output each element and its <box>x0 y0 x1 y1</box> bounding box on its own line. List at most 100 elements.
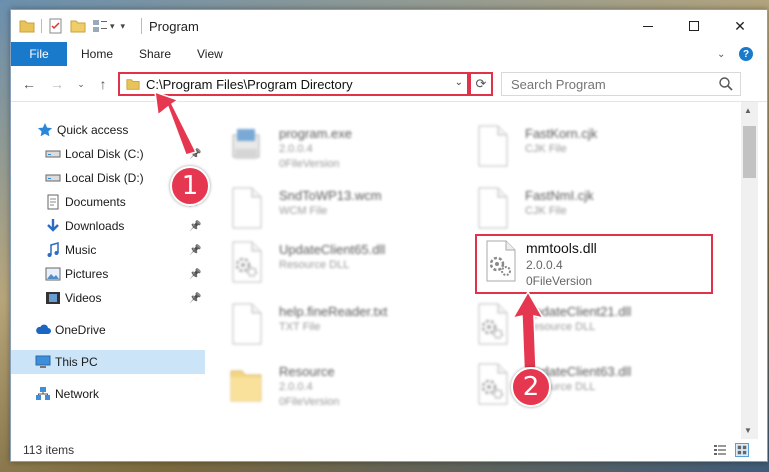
tab-view[interactable]: View <box>197 42 223 66</box>
sidebar-item-pictures[interactable]: Pictures 📌 <box>11 262 205 286</box>
file-type: CJK File <box>525 205 567 217</box>
file-name: FastNmI.cjk <box>525 188 594 203</box>
file-type: CJK File <box>525 143 567 155</box>
sidebar-item-label: Local Disk (C:) <box>65 147 144 161</box>
star-icon <box>37 122 53 138</box>
sidebar-item-label: Music <box>65 243 97 257</box>
file-item-updateclient63-dll[interactable]: UpdateClient63.dll Resource DLL <box>453 356 683 412</box>
qa-menu-icon[interactable]: ▾ <box>121 21 126 32</box>
address-bar[interactable]: C:\Program Files\Program Directory ⌄ <box>118 72 469 96</box>
sidebar-item-label: Local Disk (D:) <box>65 171 144 185</box>
close-icon: ✕ <box>734 17 746 34</box>
file-name: UpdateClient21.dll <box>525 304 632 319</box>
file-item-fastnmi-cjk[interactable]: FastNmI.cjk CJK File <box>453 180 683 236</box>
sidebar-item-quick-access[interactable]: Quick access <box>11 118 205 142</box>
file-item-mmtools-dll[interactable]: mmtools.dll 2.0.0.4 0FileVersion <box>475 234 713 294</box>
forward-arrow-icon: → <box>50 76 64 92</box>
sidebar-item-downloads[interactable]: Downloads 📌 <box>11 214 205 238</box>
sidebar-item-onedrive[interactable]: OneDrive <box>11 318 205 342</box>
sidebar-item-local-disk-c[interactable]: Local Disk (C:) 📌 <box>11 142 205 166</box>
file-item-sndtowp13-wcm[interactable]: SndToWP13.wcm WCM File <box>207 180 437 236</box>
address-path[interactable]: C:\Program Files\Program Directory <box>146 77 353 92</box>
address-dropdown-icon[interactable]: ⌄ <box>455 77 463 88</box>
file-type: Resource DLL <box>279 259 350 271</box>
file-type: TXT File <box>279 321 321 333</box>
refresh-button[interactable]: ⟳ <box>469 72 493 96</box>
file-item-updateclient21-dll[interactable]: UpdateClient21.dll Resource DLL <box>453 296 683 352</box>
tab-file[interactable]: File <box>11 42 67 66</box>
cloud-icon <box>35 322 51 338</box>
sidebar-item-this-pc[interactable]: This PC <box>11 350 205 374</box>
drive-icon <box>45 146 61 162</box>
search-input[interactable] <box>511 76 711 92</box>
ribbon-tabs: File Home Share View ⌄ ? <box>11 42 767 66</box>
file-name: SndToWP13.wcm <box>279 188 382 203</box>
folder-icon <box>229 363 263 405</box>
sidebar-item-music[interactable]: Music 📌 <box>11 238 205 262</box>
view-toggle-icon[interactable] <box>92 18 108 34</box>
expand-ribbon-icon[interactable]: ⌄ <box>717 42 725 66</box>
recent-locations-button[interactable]: ⌄ <box>71 74 91 94</box>
scroll-up-icon[interactable]: ▲ <box>744 106 752 115</box>
quick-access-toolbar: ▾ ▾ <box>19 17 125 35</box>
sidebar-item-label: Downloads <box>65 219 125 233</box>
minimize-button[interactable] <box>625 10 671 42</box>
back-button[interactable]: ← <box>19 74 39 94</box>
search-icon[interactable] <box>718 76 734 92</box>
tab-home[interactable]: Home <box>81 42 113 66</box>
file-item-updateclient65-dll[interactable]: UpdateClient65.dll Resource DLL <box>207 234 437 290</box>
file-name: FastKorn.cjk <box>525 126 598 141</box>
status-bar: 113 items <box>11 439 767 461</box>
pin-icon[interactable]: 📌 <box>189 245 201 256</box>
documents-icon <box>45 194 61 210</box>
large-icons-view-icon[interactable] <box>735 443 749 457</box>
file-name: help.fineReader.txt <box>279 304 388 319</box>
sidebar-item-label: Network <box>55 387 100 401</box>
dll-icon <box>483 240 517 282</box>
blank-file-icon <box>475 125 509 167</box>
pin-icon[interactable]: 📌 <box>189 221 201 232</box>
file-type: 2.0.0.4 <box>279 143 313 155</box>
folder-icon[interactable] <box>19 18 35 34</box>
file-item-fastkorn-cjk[interactable]: FastKorn.cjk CJK File <box>453 118 683 174</box>
forward-button[interactable]: → <box>47 74 67 94</box>
details-view-icon[interactable] <box>713 443 727 457</box>
customize-dropdown-icon[interactable]: ▾ <box>110 21 115 32</box>
properties-icon[interactable] <box>48 18 64 34</box>
new-folder-icon[interactable] <box>70 18 86 34</box>
file-name: mmtools.dll <box>526 240 597 256</box>
blank-file-icon <box>229 187 263 229</box>
tab-share[interactable]: Share <box>139 42 171 66</box>
scroll-thumb[interactable] <box>743 126 756 178</box>
sidebar-item-videos[interactable]: Videos 📌 <box>11 286 205 310</box>
exe-icon <box>229 125 263 167</box>
sidebar-item-network[interactable]: Network <box>11 382 205 406</box>
chevron-down-icon: ⌄ <box>77 78 85 89</box>
help-button[interactable]: ? <box>739 42 753 66</box>
close-button[interactable]: ✕ <box>717 10 763 42</box>
vertical-scrollbar[interactable]: ▲ ▼ <box>741 102 758 439</box>
file-type: Resource DLL <box>525 321 596 333</box>
sidebar-item-label: Documents <box>65 195 126 209</box>
file-item-resource[interactable]: Resource 2.0.0.4 0FileVersion <box>207 356 437 412</box>
videos-icon <box>45 290 61 306</box>
file-item-program-exe[interactable]: program.exe 2.0.0.4 0FileVersion <box>207 118 437 174</box>
sidebar-item-label: This PC <box>55 355 98 369</box>
file-version: 0FileVersion <box>526 274 593 288</box>
sidebar-item-label: Videos <box>65 291 102 305</box>
sidebar-item-label: Quick access <box>57 123 129 137</box>
step-2-marker: 2 <box>511 367 551 407</box>
search-box[interactable] <box>501 72 741 96</box>
title-bar: ▾ ▾ Program ✕ <box>11 10 767 42</box>
scroll-down-icon[interactable]: ▼ <box>744 426 752 435</box>
file-version: 0FileVersion <box>279 396 340 408</box>
file-item-help-finereader-txt[interactable]: help.fineReader.txt TXT File <box>207 296 437 352</box>
pin-icon[interactable]: 📌 <box>189 269 201 280</box>
refresh-icon: ⟳ <box>475 76 487 91</box>
file-type: 2.0.0.4 <box>526 258 563 272</box>
maximize-button[interactable] <box>671 10 717 42</box>
file-name: UpdateClient65.dll <box>279 242 386 257</box>
pin-icon[interactable]: 📌 <box>189 293 201 304</box>
pin-icon[interactable]: 📌 <box>189 149 201 160</box>
up-button[interactable]: ↑ <box>93 74 113 94</box>
